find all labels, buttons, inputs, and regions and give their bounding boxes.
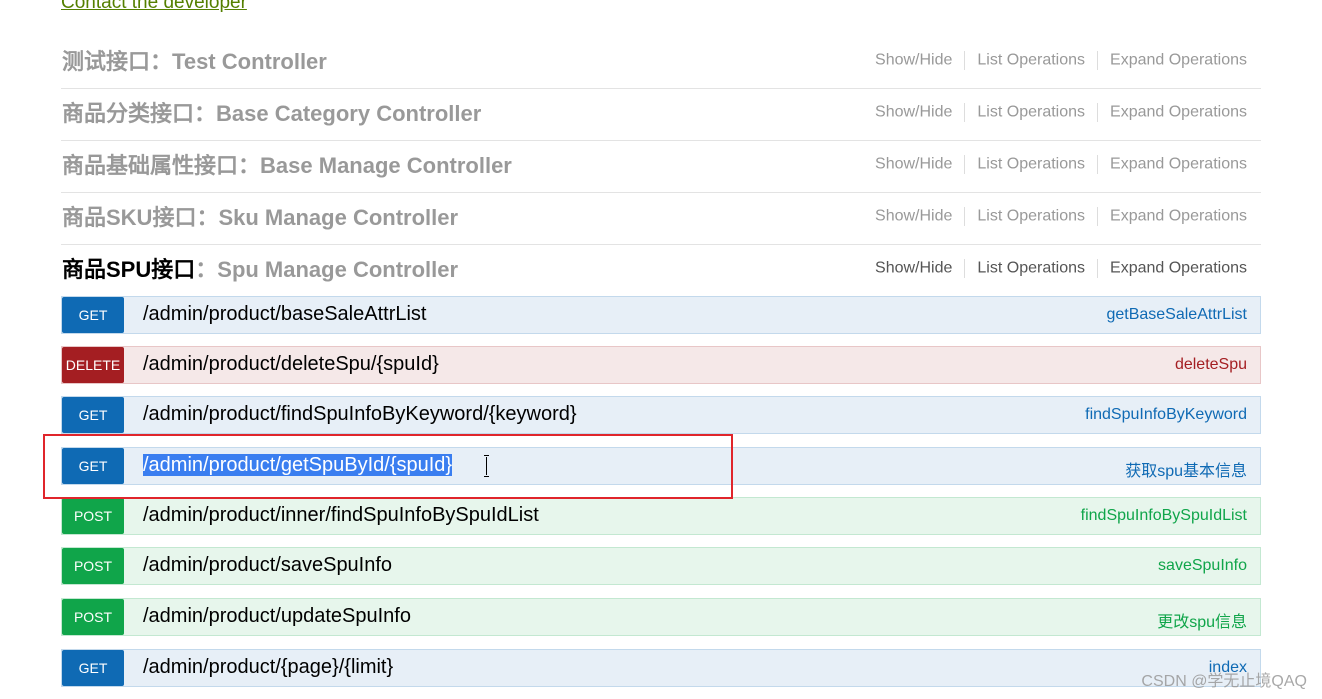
- divider: [1097, 103, 1099, 122]
- http-method-badge[interactable]: POST: [62, 599, 124, 635]
- divider: [1097, 259, 1099, 278]
- endpoint-path[interactable]: /admin/product/updateSpuInfo: [143, 605, 411, 628]
- endpoint-row[interactable]: POST /admin/product/updateSpuInfo 更改spu信…: [61, 598, 1261, 636]
- resource-heading[interactable]: 商品SPU接口：Spu Manage Controller: [62, 252, 458, 284]
- list-operations-link[interactable]: List Operations: [977, 52, 1085, 69]
- resource-separator: ：: [196, 205, 219, 230]
- resource-en-name: Base Manage Controller: [260, 153, 512, 178]
- resource-separator: ：: [194, 101, 217, 126]
- endpoint-row[interactable]: POST /admin/product/inner/findSpuInfoByS…: [61, 497, 1261, 535]
- resource-cn-name: 测试接口: [62, 49, 151, 74]
- endpoint-row[interactable]: POST /admin/product/saveSpuInfo saveSpuI…: [61, 547, 1261, 585]
- endpoint-row[interactable]: GET /admin/product/findSpuInfoByKeyword/…: [61, 396, 1261, 434]
- expand-operations-link[interactable]: Expand Operations: [1110, 156, 1247, 173]
- resource-separator: ：: [150, 49, 173, 74]
- endpoint-path[interactable]: /admin/product/{page}/{limit}: [143, 656, 393, 679]
- endpoint-summary[interactable]: findSpuInfoByKeyword: [1085, 406, 1247, 424]
- divider: [1097, 51, 1099, 70]
- divider: [1097, 207, 1099, 226]
- divider: [964, 259, 966, 278]
- expand-operations-link[interactable]: Expand Operations: [1110, 52, 1247, 69]
- resource-base-manage-controller: 商品基础属性接口：Base Manage Controller Show/Hid…: [61, 140, 1261, 193]
- resource-en-name: Spu Manage Controller: [217, 257, 459, 282]
- show-hide-link[interactable]: Show/Hide: [875, 260, 952, 277]
- list-operations-link[interactable]: List Operations: [977, 208, 1085, 225]
- endpoint-summary[interactable]: saveSpuInfo: [1158, 557, 1247, 575]
- resource-operations: Show/Hide List Operations Expand Operation…: [875, 103, 1247, 122]
- resource-en-name: Base Category Controller: [216, 101, 482, 126]
- resource-heading[interactable]: 测试接口：Test Controller: [62, 44, 327, 76]
- endpoint-path[interactable]: /admin/product/inner/findSpuInfoBySpuIdL…: [143, 504, 539, 527]
- list-operations-link[interactable]: List Operations: [977, 260, 1085, 277]
- endpoint-row[interactable]: GET /admin/product/{page}/{limit} index: [61, 649, 1261, 687]
- expand-operations-link[interactable]: Expand Operations: [1110, 208, 1247, 225]
- watermark: CSDN @学无止境QAQ: [1141, 673, 1307, 690]
- resource-heading[interactable]: 商品分类接口：Base Category Controller: [62, 96, 481, 128]
- show-hide-link[interactable]: Show/Hide: [875, 156, 952, 173]
- divider: [964, 103, 966, 122]
- http-method-badge[interactable]: POST: [62, 548, 124, 584]
- endpoint-summary[interactable]: deleteSpu: [1175, 356, 1247, 374]
- resource-separator: ：: [238, 153, 261, 178]
- endpoint-path[interactable]: /admin/product/baseSaleAttrList: [143, 303, 427, 326]
- resource-en-name: Sku Manage Controller: [218, 205, 459, 230]
- resource-cn-name: 商品SPU接口: [62, 257, 196, 282]
- endpoint-path[interactable]: /admin/product/findSpuInfoByKeyword/{key…: [143, 403, 577, 426]
- resource-operations: Show/Hide List Operations Expand Operation…: [875, 259, 1247, 278]
- http-method-badge[interactable]: POST: [62, 498, 124, 534]
- list-operations-link[interactable]: List Operations: [977, 156, 1085, 173]
- divider: [964, 155, 966, 174]
- divider: [964, 207, 966, 226]
- resource-operations: Show/Hide List Operations Expand Operation…: [875, 155, 1247, 174]
- expand-operations-link[interactable]: Expand Operations: [1110, 104, 1247, 121]
- endpoint-summary[interactable]: 获取spu基本信息: [1125, 457, 1247, 481]
- resource-operations: Show/Hide List Operations Expand Operation…: [875, 51, 1247, 70]
- resource-heading[interactable]: 商品SKU接口：Sku Manage Controller: [62, 200, 458, 232]
- endpoint-path[interactable]: /admin/product/saveSpuInfo: [143, 554, 392, 577]
- show-hide-link[interactable]: Show/Hide: [875, 104, 952, 121]
- resource-cn-name: 商品SKU接口: [62, 205, 197, 230]
- divider: [964, 51, 966, 70]
- resource-base-category-controller: 商品分类接口：Base Category Controller Show/Hid…: [61, 88, 1261, 141]
- endpoint-row[interactable]: DELETE /admin/product/deleteSpu/{spuId} …: [61, 346, 1261, 384]
- endpoint-summary[interactable]: 更改spu信息: [1157, 608, 1247, 632]
- text-cursor-icon: [484, 455, 490, 477]
- expand-operations-link[interactable]: Expand Operations: [1110, 260, 1247, 277]
- show-hide-link[interactable]: Show/Hide: [875, 208, 952, 225]
- endpoint-row[interactable]: GET /admin/product/baseSaleAttrList getB…: [61, 296, 1261, 334]
- endpoint-path[interactable]: /admin/product/deleteSpu/{spuId}: [143, 353, 439, 376]
- endpoint-summary[interactable]: findSpuInfoBySpuIdList: [1081, 507, 1247, 525]
- http-method-badge[interactable]: DELETE: [62, 347, 124, 383]
- resource-test-controller: 测试接口：Test Controller Show/Hide List Opera…: [61, 36, 1261, 89]
- http-method-badge[interactable]: GET: [62, 297, 124, 333]
- http-method-badge[interactable]: GET: [62, 397, 124, 433]
- resource-separator: ：: [195, 257, 218, 282]
- endpoint-summary[interactable]: getBaseSaleAttrList: [1106, 306, 1247, 324]
- resource-cn-name: 商品分类接口: [62, 101, 195, 126]
- list-operations-link[interactable]: List Operations: [977, 104, 1085, 121]
- show-hide-link[interactable]: Show/Hide: [875, 52, 952, 69]
- resource-sku-manage-controller: 商品SKU接口：Sku Manage Controller Show/Hide L…: [61, 192, 1261, 245]
- annotation-highlight-box: [43, 434, 733, 499]
- resource-en-name: Test Controller: [172, 49, 327, 74]
- contact-developer-link[interactable]: Contact the developer: [61, 0, 247, 14]
- resource-cn-name: 商品基础属性接口: [62, 153, 239, 178]
- resource-operations: Show/Hide List Operations Expand Operation…: [875, 207, 1247, 226]
- divider: [1097, 155, 1099, 174]
- resource-spu-manage-controller: 商品SPU接口：Spu Manage Controller Show/Hide L…: [61, 244, 1261, 296]
- http-method-badge[interactable]: GET: [62, 650, 124, 686]
- resource-heading[interactable]: 商品基础属性接口：Base Manage Controller: [62, 148, 512, 180]
